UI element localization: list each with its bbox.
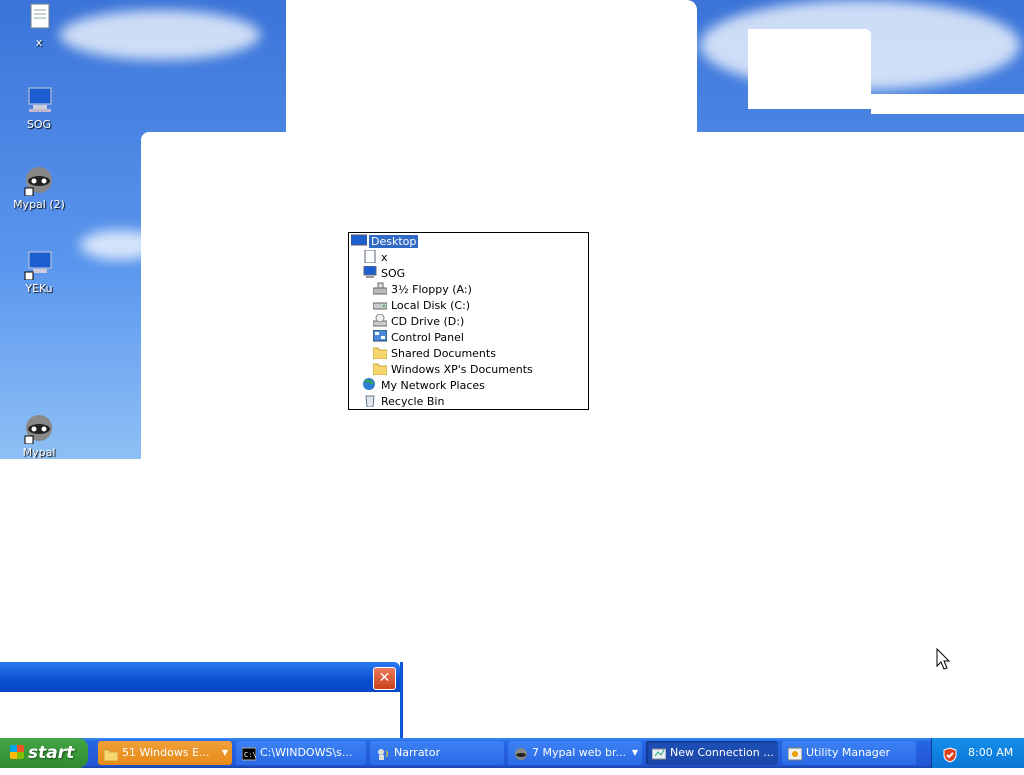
- command-prompt-icon: C:\: [241, 746, 257, 761]
- tree-item-local-disk[interactable]: Local Disk (C:): [372, 298, 471, 314]
- folder-icon: [372, 362, 388, 376]
- tree-item-label: Recycle Bin: [381, 395, 445, 408]
- chevron-down-icon: ▼: [221, 748, 228, 757]
- recycle-bin-icon: [363, 394, 377, 408]
- tree-item-network-places[interactable]: My Network Places: [363, 378, 485, 394]
- folder-tree-dropdown[interactable]: Desktop x SOG 3½ Floppy (A:) Local Disk …: [348, 232, 589, 410]
- tree-item-recycle-bin[interactable]: Recycle Bin: [363, 394, 444, 410]
- desktop-icon-label: YEKu: [25, 282, 53, 295]
- floppy-drive-icon: [372, 282, 388, 295]
- cd-drive-icon: [372, 313, 388, 327]
- desktop-icon-x[interactable]: x: [4, 2, 74, 49]
- taskbar-button-utility-manager[interactable]: Utility Manager: [782, 741, 916, 765]
- taskbar-button-command-prompt[interactable]: C:\ C:\WINDOWS\s...: [236, 741, 366, 765]
- taskbar-button-mypal[interactable]: 7 Mypal web br... ▼: [508, 741, 642, 765]
- tree-item-label: Local Disk (C:): [391, 299, 471, 312]
- taskbar-button-new-connection[interactable]: New Connection ...: [646, 741, 778, 765]
- repaint-area: [748, 29, 871, 109]
- taskbar-button-narrator[interactable]: Narrator: [370, 741, 504, 765]
- tree-item-label: CD Drive (D:): [391, 315, 465, 328]
- repaint-area: [871, 94, 1024, 114]
- start-button[interactable]: start: [0, 738, 88, 768]
- tree-item-label: Control Panel: [391, 331, 464, 344]
- network-places-icon: [363, 378, 377, 391]
- mouse-cursor-icon: [936, 647, 951, 670]
- my-computer-icon: [363, 265, 377, 279]
- tree-item-sog[interactable]: SOG: [363, 265, 406, 282]
- desktop-icon-label: Mypal (2): [13, 198, 65, 211]
- document-icon: [23, 2, 55, 34]
- taskbar-button-label: 7 Mypal web br...: [532, 746, 626, 759]
- tree-item-label: Shared Documents: [391, 347, 496, 360]
- desktop-icon-label: Mypal: [22, 446, 56, 458]
- desktop-icon-mypal-2[interactable]: Mypal (2): [4, 164, 74, 211]
- tree-item-label: x: [381, 251, 388, 264]
- hard-disk-icon: [372, 298, 388, 311]
- tree-item-control-panel[interactable]: Control Panel: [372, 329, 464, 346]
- security-shield-icon[interactable]: [942, 745, 958, 763]
- windows-logo-icon: [10, 745, 24, 759]
- taskbar: start 51 Windows E... ▼ C:\ C:\WINDOWS\s…: [0, 738, 1024, 768]
- repaint-area: [286, 0, 697, 140]
- tree-item-label: Windows XP's Documents: [391, 363, 533, 376]
- cloud: [60, 10, 260, 60]
- tree-item-desktop[interactable]: Desktop: [350, 234, 419, 250]
- tree-item-label: 3½ Floppy (A:): [391, 283, 472, 296]
- narrator-icon: [376, 746, 390, 760]
- system-tray: 8:00 AM: [931, 738, 1024, 768]
- my-computer-shortcut-icon: [23, 248, 55, 281]
- taskbar-button-label: Utility Manager: [806, 746, 891, 759]
- window-titlebar[interactable]: ✕: [0, 662, 400, 692]
- utility-manager-icon: [787, 746, 803, 761]
- mypal-raccoon-icon: [23, 412, 55, 445]
- mypal-raccoon-icon: [514, 746, 528, 760]
- taskbar-button-label: C:\WINDOWS\s...: [260, 746, 353, 759]
- close-icon: ✕: [378, 670, 391, 686]
- document-icon: [363, 249, 377, 264]
- tree-item-x[interactable]: x: [363, 249, 388, 266]
- connection-wizard-icon: [651, 746, 667, 760]
- tree-item-label: My Network Places: [381, 379, 485, 392]
- mypal-raccoon-icon: [23, 164, 55, 197]
- tree-item-cd-drive[interactable]: CD Drive (D:): [372, 313, 465, 330]
- desktop-icon-label: x: [35, 36, 43, 49]
- taskbar-button-label: 51 Windows E...: [122, 746, 210, 759]
- control-panel-icon: [372, 329, 388, 343]
- desktop-icon-sog[interactable]: SOG: [4, 84, 74, 131]
- desktop-icon-yeku[interactable]: YEKu: [4, 248, 74, 295]
- desktop-icon-label: SOG: [26, 118, 52, 131]
- partial-window: ✕: [0, 662, 403, 745]
- folder-icon: [372, 346, 388, 360]
- my-computer-icon: [23, 84, 55, 116]
- taskbar-button-label: New Connection ...: [670, 746, 774, 759]
- close-button[interactable]: ✕: [373, 667, 396, 690]
- tree-item-shared-documents[interactable]: Shared Documents: [372, 346, 496, 362]
- tree-item-label: Desktop: [369, 235, 419, 248]
- tree-item-floppy[interactable]: 3½ Floppy (A:): [372, 282, 472, 298]
- tree-item-xp-documents[interactable]: Windows XP's Documents: [372, 362, 533, 378]
- folder-icon: [103, 746, 119, 762]
- svg-text:C:\: C:\: [244, 751, 256, 759]
- taskbar-button-label: Narrator: [394, 746, 441, 759]
- clock[interactable]: 8:00 AM: [968, 738, 1013, 768]
- desktop-icon: [350, 234, 368, 247]
- start-label: start: [28, 743, 75, 763]
- tree-item-label: SOG: [381, 267, 406, 280]
- chevron-down-icon: ▼: [631, 748, 638, 757]
- taskbar-button-windows-explorer[interactable]: 51 Windows E... ▼: [98, 741, 232, 765]
- desktop-icon-mypal[interactable]: Mypal: [4, 412, 74, 458]
